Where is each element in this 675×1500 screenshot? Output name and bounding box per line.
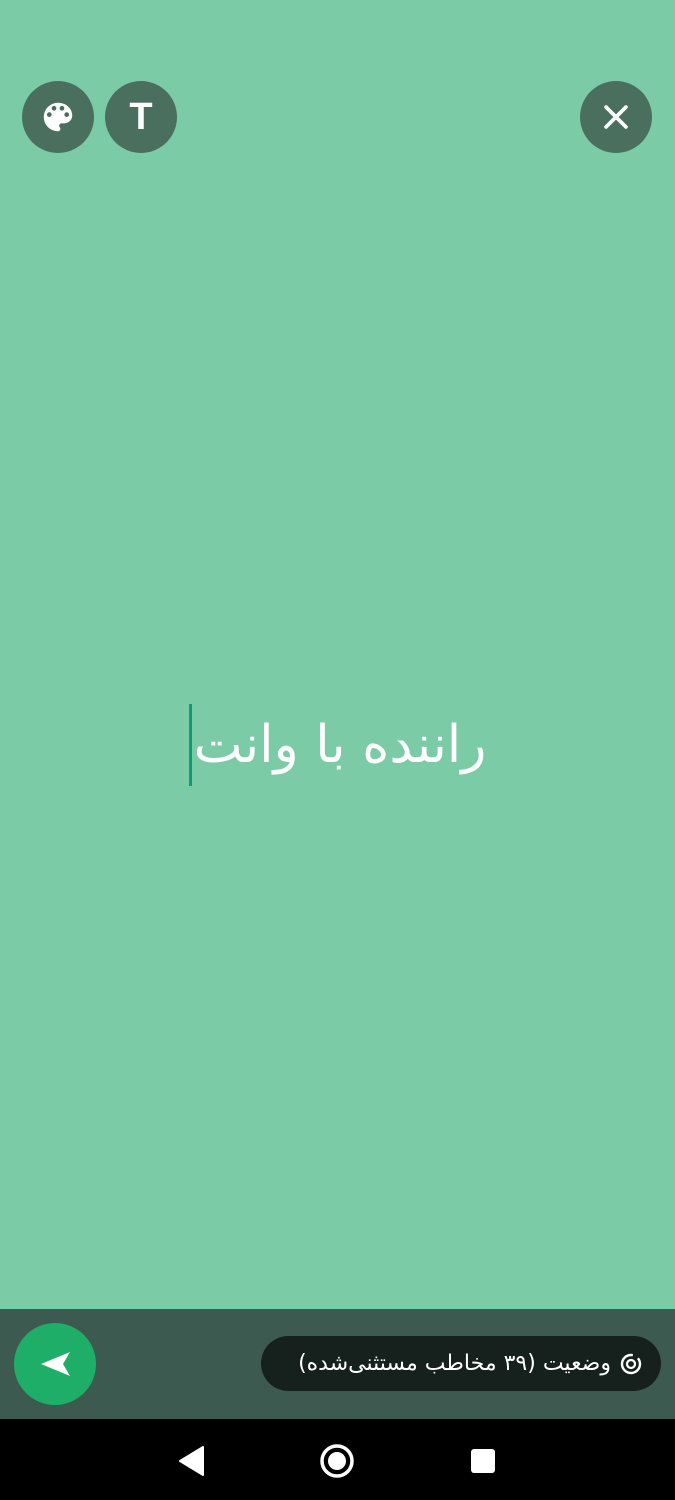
nav-recents-button[interactable] (461, 1439, 505, 1483)
status-text-input[interactable]: راننده با وانت (188, 704, 487, 786)
nav-back-button[interactable] (169, 1439, 213, 1483)
send-icon (41, 1352, 70, 1376)
status-ring-icon (620, 1353, 642, 1374)
text-cursor (188, 704, 192, 786)
text-style-label: T (129, 96, 153, 138)
compose-footer: وضعیت (۳۹ مخاطب مستثنی‌شده) (0, 1309, 675, 1419)
text-style-button[interactable]: T (105, 81, 177, 153)
status-text-area[interactable]: راننده با وانت (0, 690, 675, 800)
status-text: راننده با وانت (193, 715, 487, 775)
close-button[interactable] (580, 81, 652, 153)
status-canvas[interactable]: T راننده با وانت (0, 0, 675, 1309)
audience-label: وضعیت (۳۹ مخاطب مستثنی‌شده) (298, 1351, 611, 1376)
audience-selector[interactable]: وضعیت (۳۹ مخاطب مستثنی‌شده) (261, 1336, 661, 1391)
recents-square-icon (471, 1449, 495, 1473)
palette-button[interactable] (22, 81, 94, 153)
home-circle-icon (320, 1444, 354, 1478)
close-icon (604, 105, 628, 129)
send-button[interactable] (14, 1323, 96, 1405)
palette-icon (43, 102, 73, 132)
nav-home-button[interactable] (315, 1439, 359, 1483)
back-triangle-icon (179, 1446, 204, 1476)
system-nav-bar (0, 1419, 675, 1500)
